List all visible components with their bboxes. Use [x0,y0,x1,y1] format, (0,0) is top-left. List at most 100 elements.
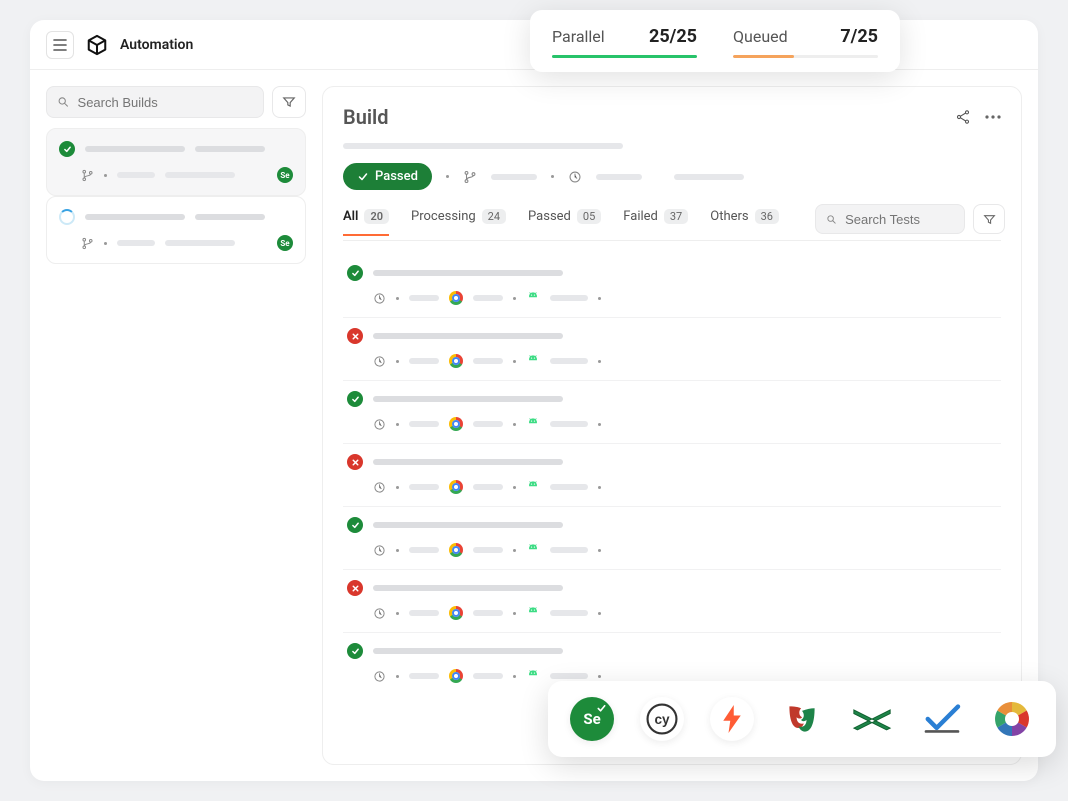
clock-icon [373,292,386,305]
tab-all[interactable]: All20 [343,209,389,236]
tab-processing[interactable]: Processing24 [411,209,506,236]
tests-search-row [815,204,1005,240]
tab-count: 05 [577,209,601,224]
stat-bar [552,55,697,58]
svg-text:cy: cy [654,712,670,727]
chrome-icon [449,480,463,494]
branch-icon [81,237,94,250]
search-tests-box[interactable] [815,204,965,234]
test-row[interactable] [343,570,1001,633]
status-pass-icon [347,391,363,407]
build-card[interactable]: Se [46,196,306,264]
test-row[interactable] [343,318,1001,381]
tab-label: Others [710,209,748,224]
stat-bar-track [733,55,878,58]
sidebar-search-row [46,86,306,118]
chrome-icon [449,354,463,368]
stat-queued: Queued 7/25 [733,26,878,58]
search-builds-box[interactable] [46,86,264,118]
skeleton [491,174,537,180]
skeleton [596,174,642,180]
test-row[interactable] [343,444,1001,507]
search-icon [826,213,837,226]
search-icon [57,95,70,109]
tabs: All20 Processing24 Passed 05 Failed 37 Others 3… [343,209,779,236]
sidebar: Se Se [46,86,306,765]
app-logo-icon [86,34,108,56]
page-title: Build [343,105,389,129]
skeleton [674,174,744,180]
app-title: Automation [120,37,193,53]
chrome-icon [449,291,463,305]
tabs-row: All20 Processing24 Passed 05 Failed 37 Others 3… [343,204,1001,241]
menu-button[interactable] [46,31,74,59]
android-icon [526,669,540,683]
status-pass-icon [347,643,363,659]
status-pass-icon [59,141,75,157]
test-row[interactable] [343,507,1001,570]
dot [446,175,449,178]
stat-parallel: Parallel 25/25 [552,26,697,58]
app-window: Automation Se Se Build [30,20,1038,781]
tool-cypress-icon[interactable]: cy [640,697,684,741]
stat-label: Queued [733,27,788,46]
tab-count: 36 [755,209,779,224]
android-icon [526,291,540,305]
tool-selenium-icon[interactable]: Se [570,697,614,741]
clock-icon [568,170,582,184]
status-fail-icon [347,454,363,470]
tab-others[interactable]: Others 36 [710,209,779,236]
build-title-row [59,209,293,225]
chrome-icon [449,543,463,557]
stat-value: 25/25 [649,26,697,47]
tab-count: 24 [482,209,506,224]
header-actions [955,109,1001,125]
status-row: Passed [343,163,1001,190]
clock-icon [373,607,386,620]
main-header: Build [343,105,1001,129]
tab-failed[interactable]: Failed 37 [623,209,688,236]
more-icon[interactable] [985,115,1001,119]
tools-card: Se cy [548,681,1056,757]
share-icon[interactable] [955,109,971,125]
subtitle-skeleton [343,143,623,149]
build-card[interactable]: Se [46,128,306,196]
test-row[interactable] [343,255,1001,318]
selenium-badge-icon: Se [277,167,293,183]
search-builds-input[interactable] [78,95,253,110]
search-tests-input[interactable] [845,212,954,227]
status-pass-icon [347,265,363,281]
build-meta-row: Se [59,235,293,251]
status-fail-icon [347,580,363,596]
tab-label: Failed [623,209,658,224]
clock-icon [373,418,386,431]
filter-tests-button[interactable] [973,204,1005,234]
clock-icon [373,355,386,368]
status-fail-icon [347,328,363,344]
tool-wheel-icon[interactable] [990,697,1034,741]
build-title-row [59,141,293,157]
tab-passed[interactable]: Passed 05 [528,209,601,236]
tool-lightning-icon[interactable] [710,697,754,741]
test-row[interactable] [343,381,1001,444]
branch-icon [463,170,477,184]
chrome-icon [449,669,463,683]
filter-builds-button[interactable] [272,86,306,118]
tool-playwright-icon[interactable] [780,697,824,741]
clock-icon [373,670,386,683]
tab-label: Passed [528,209,571,224]
chrome-icon [449,606,463,620]
status-pass-icon [347,517,363,533]
stats-card: Parallel 25/25 Queued 7/25 [530,10,900,72]
branch-icon [81,169,94,182]
tool-cross-icon[interactable] [850,697,894,741]
status-label: Passed [375,169,418,184]
status-loading-icon [59,209,75,225]
android-icon [526,354,540,368]
android-icon [526,480,540,494]
tests-list [343,255,1001,695]
stat-value: 7/25 [840,26,878,47]
tool-check-icon[interactable] [920,697,964,741]
tab-count: 37 [664,209,688,224]
main-panel: Build Passed [322,86,1022,765]
